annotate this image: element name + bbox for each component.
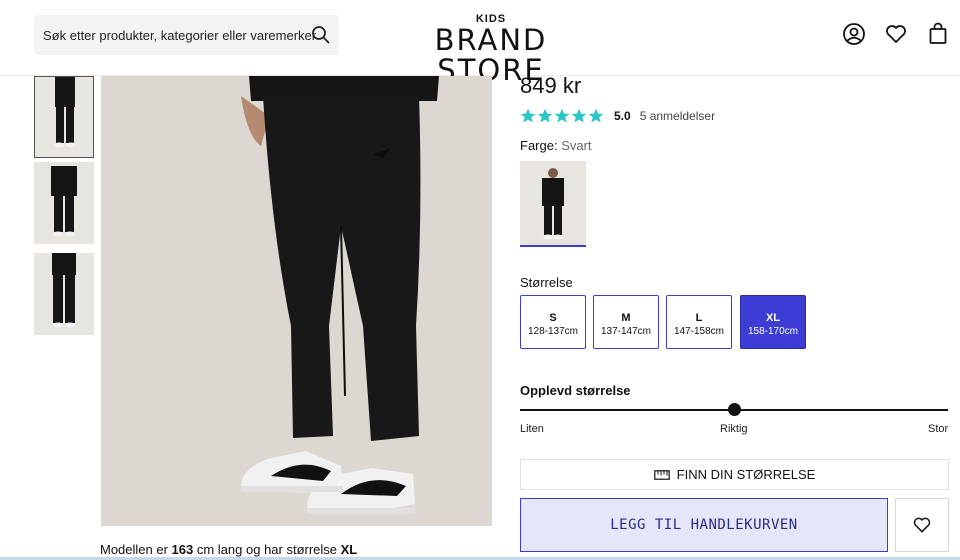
find-size-button[interactable]: FINN DIN STØRRELSE [520,459,949,490]
add-to-cart-button[interactable]: LEGG TIL HANDLEKURVEN [520,498,888,552]
size-range: 158-170cm [747,326,799,337]
search-icon[interactable] [311,25,331,45]
thumbnail-back[interactable] [34,253,94,335]
color-label-text: Farge: [520,138,558,153]
product-main-image[interactable] [101,76,492,526]
wishlist-icon[interactable] [884,22,908,46]
model-info-middle: cm lang og har størrelse [193,542,341,557]
cart-icon[interactable] [926,22,950,46]
color-value: Svart [561,138,592,153]
star-icon [588,108,604,123]
product-rating[interactable]: 5.0 5 anmeldelser [520,107,715,125]
model-info-prefix: Modellen er [100,542,172,557]
size-range: 137-147cm [600,326,652,337]
size-button-s[interactable]: S 128-137cm [520,295,586,349]
fit-title: Opplevd størrelse [520,383,631,398]
size-name: S [549,312,557,324]
model-size: XL [340,542,358,557]
model-info-text: Modellen er 163 cm lang og har størrelse… [100,542,357,557]
fit-label-small: Liten [520,423,544,435]
size-name: L [695,312,703,324]
star-icon [520,108,536,123]
account-icon[interactable] [842,22,866,46]
site-header: Søk etter produkter, kategorier eller va… [0,0,960,85]
product-price: 849 kr [520,73,582,98]
star-icon [537,108,553,123]
search-bar[interactable]: Søk etter produkter, kategorier eller va… [34,15,339,55]
color-swatch-black[interactable] [520,161,586,247]
size-name: XL [765,312,781,324]
color-label: Farge: Svart [520,138,592,153]
ruler-icon [653,469,670,480]
star-icon [554,108,570,123]
size-button-xl[interactable]: XL 158-170cm [740,295,806,349]
thumbnail-full-outfit[interactable] [34,162,94,244]
star-icon [571,108,587,123]
fit-label-right: Riktig [720,423,748,435]
model-height: 163 [171,542,194,557]
rating-value: 5.0 [614,109,631,123]
size-label: Størrelse [520,275,573,290]
size-name: M [621,312,631,324]
size-button-m[interactable]: M 137-147cm [593,295,659,349]
search-input[interactable]: Søk etter produkter, kategorier eller va… [43,28,316,43]
thumbnail-front[interactable] [34,76,94,158]
size-range: 128-137cm [527,326,579,337]
find-size-label: FINN DIN STØRRELSE [676,467,816,482]
fit-scale-marker [728,403,741,416]
review-count-link[interactable]: 5 anmeldelser [640,109,715,123]
rating-stars [520,108,605,124]
heart-icon [913,517,931,533]
size-range: 147-158cm [673,326,725,337]
add-to-wishlist-button[interactable] [895,498,949,552]
fit-label-large: Stor [928,423,949,435]
size-button-l[interactable]: L 147-158cm [666,295,732,349]
